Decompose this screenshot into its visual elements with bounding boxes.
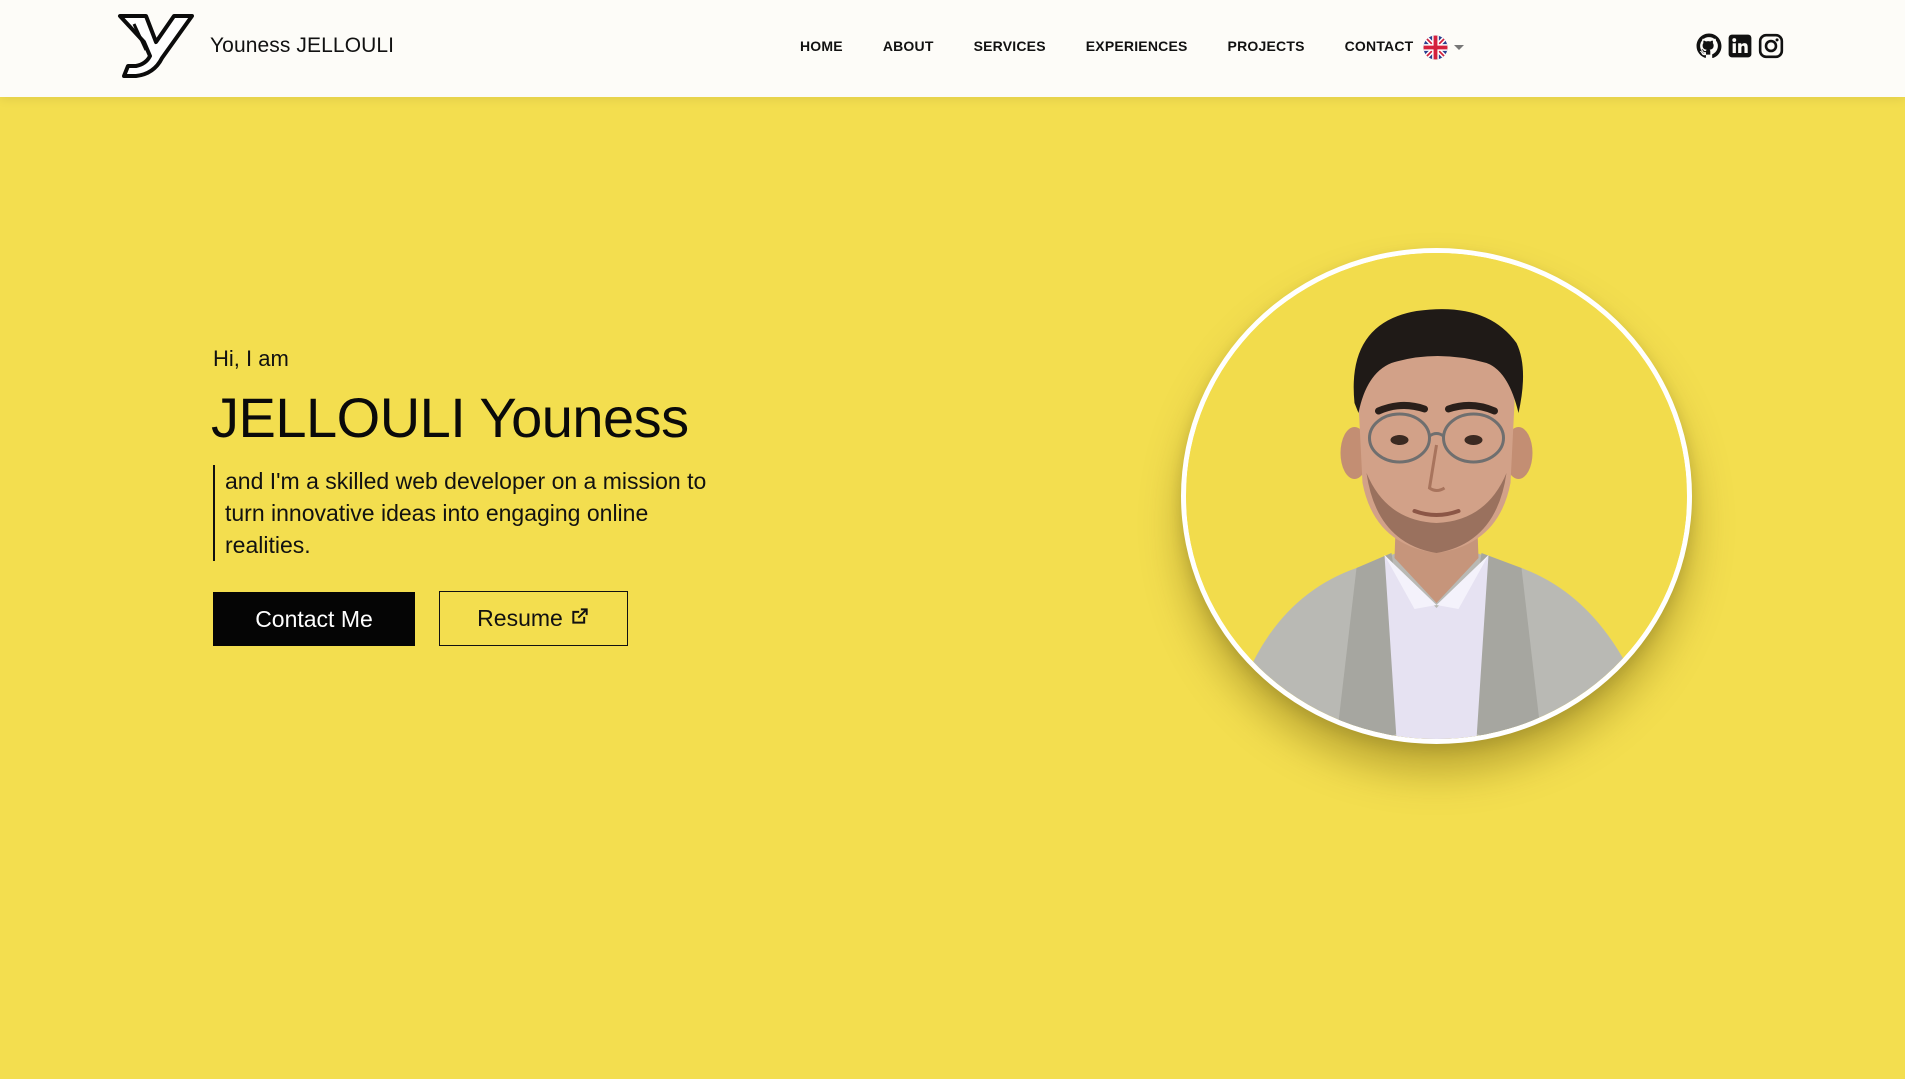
hero-greeting: Hi, I am <box>213 346 289 371</box>
language-selector[interactable] <box>1423 35 1464 60</box>
external-link-icon <box>572 607 588 624</box>
github-icon <box>1696 33 1722 59</box>
social-links <box>1696 33 1789 59</box>
linkedin-icon <box>1728 34 1752 58</box>
top-navbar: Youness JELLOULI HOME ABOUT SERVICES EXP… <box>0 0 1905 97</box>
resume-button[interactable]: Resume <box>439 591 628 646</box>
resume-label: Resume <box>477 605 563 631</box>
yj-monogram-logo <box>118 14 194 78</box>
contact-me-label: Contact Me <box>255 605 373 632</box>
main-nav: HOME ABOUT SERVICES EXPERIENCES PROJECTS… <box>800 38 1453 54</box>
profile-photo <box>1181 248 1692 744</box>
nav-home[interactable]: HOME <box>800 38 843 54</box>
chevron-down-icon <box>1454 45 1464 50</box>
uk-flag-icon <box>1423 35 1448 60</box>
nav-experiences[interactable]: EXPERIENCES <box>1086 38 1188 54</box>
instagram-icon <box>1758 33 1784 59</box>
brand-name: Youness JELLOULI <box>210 34 395 57</box>
github-link[interactable] <box>1696 33 1722 59</box>
hero-name: JELLOULI Youness <box>211 386 689 449</box>
contact-me-button[interactable]: Contact Me <box>213 592 415 646</box>
instagram-link[interactable] <box>1758 33 1784 59</box>
hero-tagline: and I'm a skilled web developer on a mis… <box>213 465 713 561</box>
brand-home-link[interactable]: Youness JELLOULI <box>116 12 394 80</box>
nav-contact[interactable]: CONTACT <box>1345 38 1414 54</box>
nav-projects[interactable]: PROJECTS <box>1228 38 1305 54</box>
nav-services[interactable]: SERVICES <box>974 38 1046 54</box>
nav-about[interactable]: ABOUT <box>883 38 934 54</box>
profile-portrait-image <box>1186 253 1687 739</box>
linkedin-link[interactable] <box>1727 33 1753 59</box>
